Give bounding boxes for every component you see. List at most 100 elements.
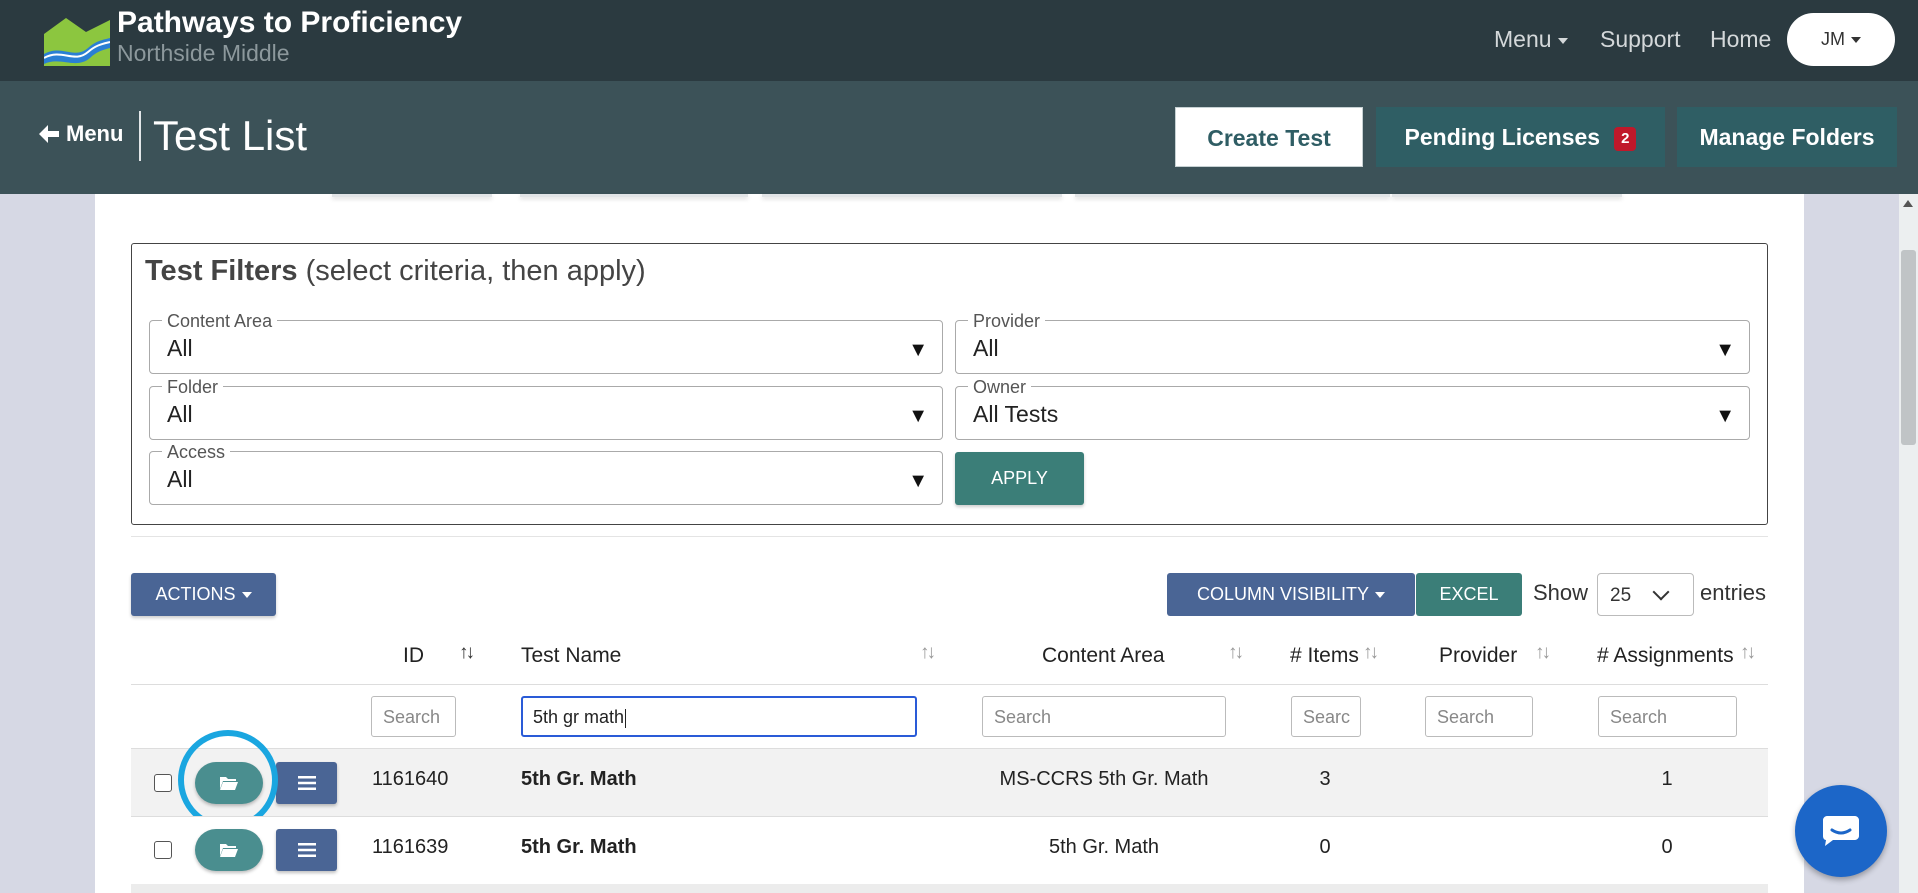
- dropdown-arrow-icon: ▼: [908, 339, 928, 361]
- actions-dropdown-button[interactable]: ACTIONS: [131, 573, 276, 616]
- provider-label: Provider: [968, 311, 1046, 332]
- items-search-input[interactable]: Searc: [1291, 696, 1361, 737]
- column-header-test-name[interactable]: Test Name: [521, 644, 621, 668]
- nav-menu-dropdown[interactable]: Menu: [1494, 26, 1568, 53]
- sort-icon[interactable]: ↑↓: [1740, 642, 1756, 664]
- caret-down-icon: [1375, 592, 1386, 599]
- dropdown-arrow-icon: ▼: [1715, 339, 1735, 361]
- pending-licenses-button[interactable]: Pending Licenses 2: [1376, 107, 1665, 167]
- hamburger-icon: [297, 843, 316, 857]
- nav-home-link[interactable]: Home: [1710, 26, 1771, 53]
- text-cursor: [625, 708, 627, 728]
- cell-id: 1161639: [372, 836, 449, 858]
- caret-down-icon: [1557, 37, 1568, 44]
- cell-content-area: 5th Gr. Math: [1048, 836, 1160, 858]
- content-area-search-placeholder: Search: [994, 707, 1052, 727]
- entries-label: entries: [1700, 580, 1767, 605]
- column-visibility-label: COLUMN VISIBILITY: [1196, 584, 1370, 604]
- open-folder-button[interactable]: [195, 829, 263, 871]
- cell-id: 1161640: [372, 768, 449, 790]
- caret-down-icon: [241, 592, 252, 599]
- actions-label: ACTIONS: [155, 584, 236, 604]
- dropdown-arrow-icon: ▼: [1715, 405, 1735, 427]
- dropdown-arrow-icon: ▼: [908, 405, 928, 427]
- test-name-search-input[interactable]: 5th gr math: [521, 696, 917, 737]
- row-menu-button[interactable]: [276, 762, 337, 804]
- ghost-tab: [1392, 194, 1622, 197]
- cell-test-name[interactable]: 5th Gr. Math: [521, 768, 637, 791]
- sort-icon[interactable]: ↑↓: [459, 642, 475, 664]
- nav-menu-label: Menu: [1494, 26, 1552, 52]
- back-menu-button[interactable]: Menu: [38, 121, 123, 147]
- cell-test-name[interactable]: 5th Gr. Math: [521, 836, 637, 859]
- column-header-content-area[interactable]: Content Area: [1042, 644, 1165, 668]
- filters-heading-bold: Test Filters: [145, 255, 298, 287]
- id-search-input[interactable]: Search: [371, 696, 456, 737]
- caret-down-icon: [1851, 37, 1861, 44]
- column-visibility-button[interactable]: COLUMN VISIBILITY: [1167, 573, 1415, 616]
- create-test-button[interactable]: Create Test: [1175, 107, 1363, 167]
- folder-select[interactable]: Folder All ▼: [149, 377, 943, 440]
- provider-search-input[interactable]: Search: [1425, 696, 1533, 737]
- folder-label: Folder: [162, 377, 224, 398]
- dropdown-arrow-icon: ▼: [908, 470, 928, 492]
- header-divider: [131, 684, 1768, 685]
- row-menu-button[interactable]: [276, 829, 337, 871]
- arrow-left-icon: [39, 125, 59, 143]
- title-divider: [139, 111, 141, 161]
- brand-logo-icon[interactable]: [43, 14, 111, 66]
- section-divider: [131, 536, 1768, 537]
- content-area-label: Content Area: [162, 311, 278, 332]
- column-header-assignments[interactable]: # Assignments: [1597, 644, 1734, 668]
- nav-support-link[interactable]: Support: [1600, 26, 1681, 53]
- sort-icon[interactable]: ↑↓: [1535, 642, 1551, 664]
- scrollbar-thumb[interactable]: [1901, 250, 1916, 445]
- provider-search-placeholder: Search: [1437, 707, 1495, 727]
- user-initials: JM: [1821, 29, 1845, 49]
- sort-icon[interactable]: ↑↓: [1363, 642, 1379, 664]
- user-menu-button[interactable]: JM: [1787, 13, 1895, 66]
- column-header-provider[interactable]: Provider: [1439, 644, 1517, 668]
- folder-value: All: [167, 401, 193, 427]
- hamburger-icon: [297, 776, 316, 790]
- ghost-tab: [520, 194, 748, 197]
- test-name-search-value: 5th gr math: [533, 707, 625, 727]
- sort-icon[interactable]: ↑↓: [920, 642, 936, 664]
- ghost-tab: [762, 194, 1062, 197]
- provider-value: All: [973, 335, 999, 361]
- sort-icon[interactable]: ↑↓: [1228, 642, 1244, 664]
- cell-items: 3: [1319, 768, 1331, 790]
- content-area-select[interactable]: Content Area All ▼: [149, 311, 943, 374]
- cell-items: 0: [1319, 836, 1331, 858]
- provider-select[interactable]: Provider All ▼: [955, 311, 1750, 374]
- content-area-search-input[interactable]: Search: [982, 696, 1226, 737]
- row-select-checkbox[interactable]: [154, 774, 172, 792]
- chat-widget-button[interactable]: [1795, 785, 1887, 877]
- ghost-tab: [1075, 194, 1390, 197]
- table-row: [131, 884, 1768, 893]
- show-label: Show: [1533, 580, 1589, 605]
- row-select-checkbox[interactable]: [154, 841, 172, 859]
- manage-folders-button[interactable]: Manage Folders: [1677, 107, 1897, 167]
- ghost-tab: [332, 194, 492, 197]
- excel-export-button[interactable]: EXCEL: [1416, 573, 1522, 616]
- scroll-up-icon[interactable]: [1903, 200, 1913, 207]
- access-select[interactable]: Access All ▼: [149, 442, 943, 505]
- id-search-placeholder: Search: [383, 707, 441, 727]
- folder-open-icon: [220, 844, 238, 857]
- pending-count-badge: 2: [1614, 126, 1637, 151]
- brand-title[interactable]: Pathways to Proficiency: [117, 6, 462, 40]
- access-value: All: [167, 466, 193, 492]
- entries-per-page-select[interactable]: 25: [1597, 573, 1694, 616]
- entries-value: 25: [1610, 585, 1632, 606]
- apply-filters-button[interactable]: APPLY: [955, 452, 1084, 505]
- owner-value: All Tests: [973, 401, 1059, 427]
- column-header-id[interactable]: ID: [403, 644, 424, 668]
- owner-select[interactable]: Owner All Tests ▼: [955, 377, 1750, 440]
- owner-label: Owner: [968, 377, 1032, 398]
- back-menu-label: Menu: [66, 121, 124, 146]
- cell-assignments: 1: [1661, 768, 1673, 790]
- column-header-items[interactable]: # Items: [1290, 644, 1359, 668]
- assignments-search-input[interactable]: Search: [1598, 696, 1737, 737]
- cell-assignments: 0: [1661, 836, 1673, 858]
